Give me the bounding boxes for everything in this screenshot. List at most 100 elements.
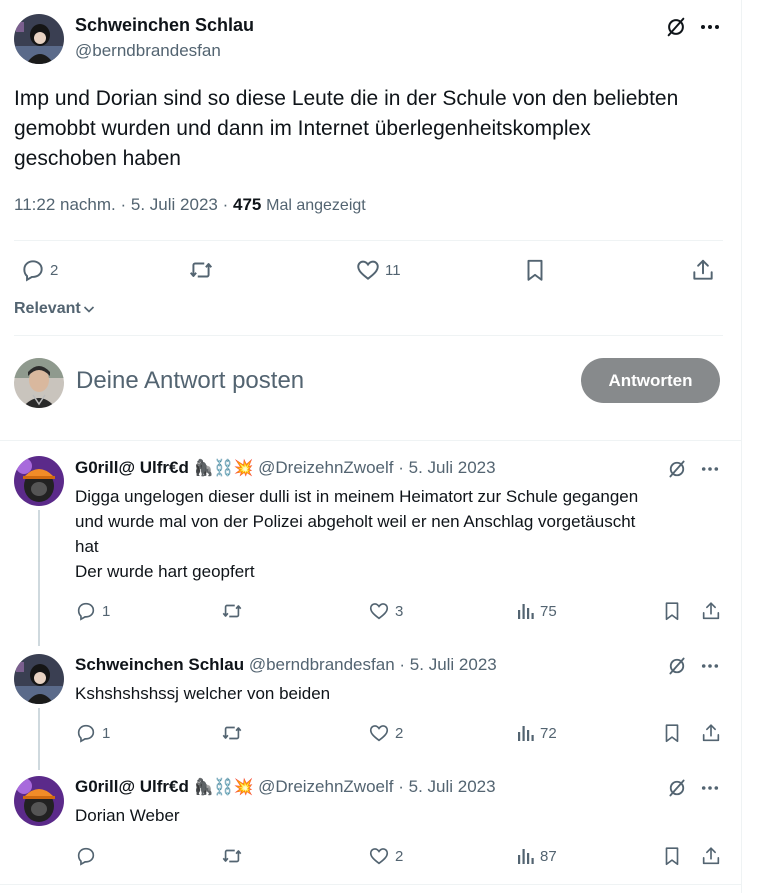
author-emojis: 🦍⛓️💥 bbox=[193, 779, 254, 796]
author-name[interactable]: Schweinchen Schlau bbox=[75, 15, 254, 36]
reply-input[interactable]: Deine Antwort posten bbox=[76, 367, 304, 395]
like-button[interactable]: 11 bbox=[355, 257, 401, 283]
view-count: 72 bbox=[540, 724, 557, 742]
retweet-button[interactable] bbox=[220, 722, 244, 744]
like-button[interactable]: 3 bbox=[368, 600, 403, 622]
separator: · bbox=[399, 655, 406, 674]
tweet-date[interactable]: 5. Juli 2023 bbox=[409, 777, 496, 796]
analytics-icon bbox=[518, 604, 534, 619]
views-button[interactable]: 72 bbox=[516, 722, 557, 744]
reply-count: 2 bbox=[50, 261, 59, 279]
like-button[interactable]: 2 bbox=[368, 722, 403, 744]
tweet-date[interactable]: 5. Juli 2023 bbox=[409, 458, 496, 477]
share-button[interactable] bbox=[700, 845, 722, 867]
reply-text-line: Digga ungelogen dieser dulli ist in mein… bbox=[75, 487, 639, 506]
like-count: 2 bbox=[395, 724, 404, 742]
analytics-icon bbox=[518, 849, 534, 864]
bookmark-icon bbox=[527, 259, 543, 281]
views-button[interactable]: 75 bbox=[516, 600, 557, 622]
tweet-date[interactable]: 5. Juli 2023 bbox=[131, 195, 218, 214]
reply-icon bbox=[77, 602, 95, 621]
reply-icon bbox=[77, 847, 95, 866]
retweet-icon bbox=[189, 262, 213, 278]
author-name[interactable]: G0rill@ Ulfr€d bbox=[75, 777, 189, 796]
share-icon bbox=[702, 847, 720, 865]
thread-line bbox=[38, 708, 40, 770]
heart-icon bbox=[369, 848, 389, 865]
grok-icon[interactable] bbox=[665, 776, 689, 800]
bookmark-button[interactable] bbox=[661, 600, 683, 622]
grok-icon[interactable] bbox=[663, 14, 689, 40]
reply-button[interactable]: 2 bbox=[20, 257, 58, 283]
reply-text-line: Kshshshshssj welcher von beiden bbox=[75, 684, 331, 703]
reply-text: Digga ungelogen dieser dulli ist in mein… bbox=[75, 484, 735, 584]
bookmark-button[interactable] bbox=[661, 722, 683, 744]
bookmark-icon bbox=[665, 724, 679, 743]
reply-icon bbox=[23, 260, 43, 282]
reply-text-line: hat bbox=[75, 537, 99, 556]
tweet-time[interactable]: 11:22 nachm. bbox=[14, 195, 116, 214]
avatar[interactable] bbox=[14, 14, 64, 64]
timeline-column: Schweinchen Schlau @berndbrandesfan Imp … bbox=[0, 0, 742, 893]
bookmark-button[interactable] bbox=[661, 845, 683, 867]
avatar[interactable] bbox=[14, 654, 64, 704]
share-icon bbox=[702, 724, 720, 742]
bookmark-button[interactable] bbox=[522, 257, 548, 283]
reply-submit-button[interactable]: Antworten bbox=[581, 358, 720, 403]
avatar[interactable] bbox=[14, 456, 64, 506]
reply-text: Dorian Weber bbox=[75, 803, 735, 828]
separator: · bbox=[222, 195, 229, 214]
more-icon[interactable] bbox=[698, 654, 722, 678]
tweet-text-line: Imp und Dorian sind so diese Leute die i… bbox=[14, 87, 679, 110]
own-avatar bbox=[14, 358, 64, 408]
heart-icon bbox=[369, 603, 389, 620]
bookmark-icon bbox=[665, 847, 679, 866]
retweet-icon bbox=[222, 726, 242, 740]
like-count: 2 bbox=[395, 847, 404, 865]
grok-icon[interactable] bbox=[665, 654, 689, 678]
author-name[interactable]: Schweinchen Schlau bbox=[75, 655, 244, 674]
more-icon[interactable] bbox=[697, 14, 723, 40]
avatar[interactable] bbox=[14, 776, 64, 826]
share-icon bbox=[693, 259, 713, 280]
reply-count: 1 bbox=[102, 724, 111, 742]
retweet-button[interactable] bbox=[187, 257, 215, 283]
retweet-icon bbox=[222, 849, 242, 863]
share-button[interactable] bbox=[690, 257, 716, 283]
grok-icon[interactable] bbox=[665, 457, 689, 481]
like-button[interactable]: 2 bbox=[368, 845, 403, 867]
retweet-button[interactable] bbox=[220, 845, 244, 867]
more-icon[interactable] bbox=[698, 457, 722, 481]
author-handle[interactable]: @berndbrandesfan bbox=[75, 41, 221, 61]
tweet-text-line: gemobbt wurden und dann im Internet über… bbox=[14, 117, 591, 140]
more-icon[interactable] bbox=[698, 776, 722, 800]
author-handle[interactable]: @DreizehnZwoelf bbox=[258, 458, 393, 477]
tweet-date[interactable]: 5. Juli 2023 bbox=[410, 655, 497, 674]
tweet-text: Imp und Dorian sind so diese Leute die i… bbox=[14, 84, 726, 174]
retweet-button[interactable] bbox=[220, 600, 244, 622]
author-handle[interactable]: @berndbrandesfan bbox=[249, 655, 395, 674]
reply-header: Schweinchen Schlau @berndbrandesfan · 5.… bbox=[75, 655, 497, 675]
bookmark-icon bbox=[665, 602, 679, 621]
chevron-down-icon bbox=[83, 306, 94, 313]
retweet-icon bbox=[222, 604, 242, 618]
sort-dropdown[interactable]: Relevant bbox=[14, 300, 96, 318]
separator: · bbox=[398, 458, 404, 477]
reply-text-line: Der wurde hart geopfert bbox=[75, 562, 255, 581]
reply-header: G0rill@ Ulfr€d 🦍⛓️💥 @DreizehnZwoelf · 5.… bbox=[75, 458, 496, 478]
separator: · bbox=[120, 195, 127, 214]
reply-button[interactable]: 1 bbox=[75, 722, 110, 744]
share-icon bbox=[702, 602, 720, 620]
sort-label: Relevant bbox=[14, 300, 81, 317]
tweet-meta: 11:22 nachm. · 5. Juli 2023 · 475 Mal an… bbox=[14, 195, 366, 215]
views-button[interactable]: 87 bbox=[516, 845, 557, 867]
reply-button[interactable] bbox=[75, 845, 97, 867]
reply-button[interactable]: 1 bbox=[75, 600, 110, 622]
divider bbox=[14, 335, 723, 336]
author-handle[interactable]: @DreizehnZwoelf bbox=[258, 777, 393, 796]
author-name[interactable]: G0rill@ Ulfr€d bbox=[75, 458, 189, 477]
share-button[interactable] bbox=[700, 722, 722, 744]
share-button[interactable] bbox=[700, 600, 722, 622]
divider bbox=[0, 440, 742, 441]
reply-count: 1 bbox=[102, 602, 111, 620]
